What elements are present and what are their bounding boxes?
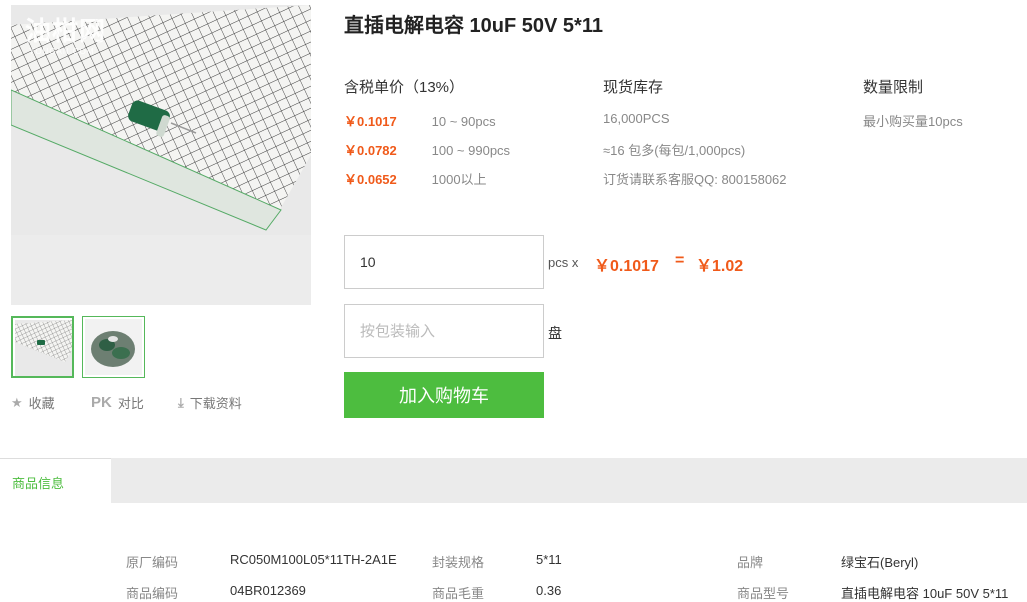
spec-label: 封装规格	[432, 555, 485, 570]
thumbnail-2-image	[85, 319, 142, 375]
spec-label: 品牌	[737, 555, 764, 570]
thumbnail-1[interactable]	[11, 316, 74, 378]
stock-contact: 订货请联系客服QQ: 800158062	[603, 172, 787, 187]
spec-value: 04BR012369	[230, 583, 306, 598]
tier-range: 100 ~ 990pcs	[431, 143, 511, 158]
price-header: 含税单价（13%）	[344, 79, 465, 96]
compare-button[interactable]: PK 对比	[91, 393, 144, 412]
spec-value: 直插电解电容 10uF 50V 5*11	[841, 586, 1009, 601]
price-tier: ￥0.0652 1000以上	[344, 169, 487, 188]
stock-quantity: 16,000PCS	[603, 111, 670, 126]
tier-price: ￥0.1017	[344, 114, 397, 129]
detail-tabbar: 商品信息	[0, 458, 1027, 503]
tier-price: ￥0.0652	[344, 172, 397, 187]
spec-label: 商品编码	[126, 586, 179, 601]
price-tier: ￥0.1017 10 ~ 90pcs	[344, 111, 496, 130]
tier-range: 10 ~ 90pcs	[431, 114, 496, 129]
spec-label: 商品毛重	[432, 586, 485, 601]
download-icon: ⤓	[178, 394, 184, 410]
thumbnail-2[interactable]	[82, 316, 145, 378]
watermark-subtitle: YOUGAN.COM	[29, 47, 95, 56]
pack-input[interactable]	[344, 304, 544, 358]
pcs-unit-label: pcs x	[548, 255, 579, 270]
watermark-logo: 油柑网	[25, 17, 107, 47]
compare-label: 对比	[117, 396, 144, 411]
download-button[interactable]: ⤓ 下载资料	[178, 393, 242, 412]
pk-icon: PK	[91, 394, 112, 411]
spec-value: RC050M100L05*11TH-2A1E	[230, 552, 397, 567]
favorite-label: 收藏	[28, 396, 55, 411]
stock-packages: ≈16 包多(每包/1,000pcs)	[603, 143, 746, 158]
tier-price: ￥0.0782	[344, 143, 397, 158]
product-title: 直插电解电容 10uF 50V 5*11	[344, 15, 603, 37]
pack-unit-label: 盘	[548, 325, 562, 341]
price-tier: ￥0.0782 100 ~ 990pcs	[344, 140, 510, 159]
equals-sign: =	[675, 252, 685, 269]
spec-label: 原厂编码	[126, 555, 179, 570]
spec-value: 0.36	[536, 583, 562, 598]
total-price: ￥1.02	[696, 258, 744, 275]
spec-value: 5*11	[536, 552, 562, 567]
quantity-input[interactable]	[344, 235, 544, 289]
spec-value: 绿宝石(Beryl)	[841, 555, 919, 570]
stock-header: 现货库存	[603, 79, 664, 96]
spec-label: 商品型号	[737, 586, 790, 601]
min-purchase: 最小购买量10pcs	[863, 114, 963, 129]
add-to-cart-button[interactable]: 加入购物车	[344, 372, 544, 418]
star-icon: ★	[11, 394, 23, 410]
tab-product-info[interactable]: 商品信息	[0, 458, 111, 503]
thumbnail-1-image	[15, 320, 72, 376]
download-label: 下载资料	[189, 396, 242, 411]
limit-header: 数量限制	[863, 79, 924, 96]
product-main-image: 油柑网 YOUGAN.COM	[11, 5, 311, 305]
unit-price: ￥0.1017	[594, 258, 659, 275]
tier-range: 1000以上	[431, 172, 487, 187]
favorite-button[interactable]: ★ 收藏	[11, 393, 55, 412]
